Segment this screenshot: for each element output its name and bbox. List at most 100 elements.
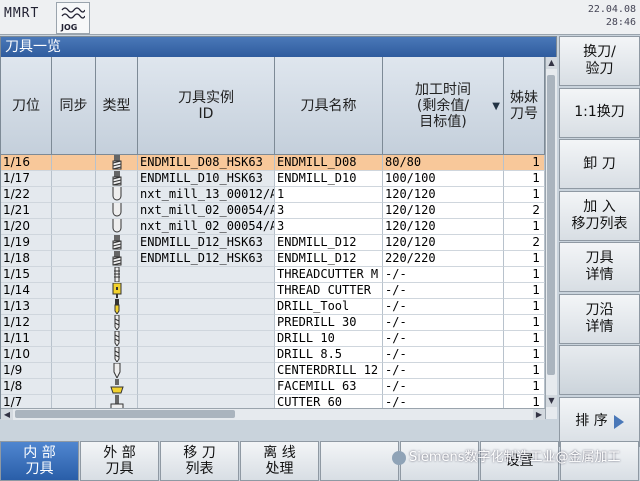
cell-instance: nxt_mill_13_00012/A- (138, 187, 275, 203)
column-header-sync[interactable]: 同步 (52, 57, 96, 155)
table-row[interactable]: 1/21 nxt_mill_02_00054/A- 3 120/120 2 (1, 203, 545, 219)
cell-instance (138, 347, 275, 363)
column-header-tool-name[interactable]: 刀具名称 (275, 57, 383, 155)
table-row[interactable]: 1/11 DRILL 10 -/- 1 (1, 331, 545, 347)
table-row[interactable]: 1/14 THREAD CUTTER -/- 1 (1, 283, 545, 299)
cell-instance: ENDMILL_D12_HSK63 (138, 235, 275, 251)
wechat-icon (392, 450, 406, 465)
softkey-add-to-list-button[interactable]: 加 入 移刀列表 (559, 190, 640, 241)
softkey-tool-details-button[interactable]: 刀具 详情 (559, 242, 640, 292)
softkey-label: 刀具 详情 (585, 250, 614, 283)
cell-pos: 1/13 (1, 299, 52, 315)
cell-sister: 1 (504, 299, 545, 315)
cell-name: PREDRILL 30 (275, 315, 383, 331)
softkey-sort-button[interactable]: 排 序 (559, 396, 640, 447)
vertical-scroll-thumb[interactable] (547, 75, 555, 375)
softkey-move-list-button[interactable]: 移 刀 列表 (160, 441, 239, 481)
cell-pos: 1/12 (1, 315, 52, 331)
column-header-machining-time[interactable]: 加工时间 (剩余值/ 目标值) ▼ (383, 57, 504, 155)
vertical-scrollbar[interactable]: ▲ ▼ (545, 57, 557, 419)
cell-pos: 1/22 (1, 187, 52, 203)
softkey-unload-tool-button[interactable]: 卸 刀 (559, 139, 640, 189)
cell-time: 100/100 (383, 171, 504, 187)
horizontal-scroll-thumb[interactable] (15, 410, 235, 418)
cell-pos: 1/17 (1, 171, 52, 187)
table-row[interactable]: 1/16 ENDMILL_D08_HSK63 ENDMILL_D08 80/80 1 (1, 155, 545, 171)
cell-time: -/- (383, 267, 504, 283)
drill-icon (96, 315, 138, 331)
cell-time: -/- (383, 331, 504, 347)
column-header-sister-tool[interactable]: 姊妹 刀号 (504, 57, 545, 155)
cell-sister: 1 (504, 251, 545, 267)
cell-instance (138, 379, 275, 395)
table-row[interactable]: 1/20 nxt_mill_02_00054/A- 3 120/120 1 (1, 219, 545, 235)
cell-pos: 1/19 (1, 235, 52, 251)
table-row[interactable]: 1/10 DRILL 8.5 -/- 1 (1, 347, 545, 363)
table-row[interactable]: 1/18 ENDMILL_D12_HSK63 ENDMILL_D12 220/220 1 (1, 251, 545, 267)
cell-sync (52, 267, 96, 283)
column-header-instance-id[interactable]: 刀具实例 ID (138, 57, 275, 155)
softkey-blank-button[interactable] (559, 345, 640, 395)
column-header-pos[interactable]: 刀位 (1, 57, 52, 155)
table-row[interactable]: 1/13 DRILL_Tool -/- 1 (1, 299, 545, 315)
table-row[interactable]: 1/9 CENTERDRILL 12 -/- 1 (1, 363, 545, 379)
cell-name: ENDMILL_D10 (275, 171, 383, 187)
scroll-right-icon[interactable]: ▶ (533, 409, 545, 420)
watermark-text: Siemens数字化制造工业@金属加工 (409, 450, 621, 465)
cell-sister: 1 (504, 267, 545, 283)
datetime: 22.04.08 28:46 (588, 3, 636, 29)
cell-sync (52, 379, 96, 395)
cell-time: -/- (383, 347, 504, 363)
cell-sync (52, 283, 96, 299)
table-row[interactable]: 1/17 ENDMILL_D10_HSK63 ENDMILL_D10 100/100 1 (1, 171, 545, 187)
softkey-one-to-one-change-button[interactable]: 1:1换刀 (559, 87, 640, 138)
cell-name: THREADCUTTER M (275, 267, 383, 283)
scroll-left-icon[interactable]: ◀ (1, 409, 13, 420)
horizontal-scrollbar[interactable]: ◀ ▶ (1, 408, 545, 420)
scroll-up-icon[interactable]: ▲ (546, 57, 557, 69)
cell-sister: 2 (504, 203, 545, 219)
softkey-blank-1-button[interactable] (320, 441, 399, 481)
cell-instance: ENDMILL_D12_HSK63 (138, 251, 275, 267)
scroll-down-icon[interactable]: ▼ (546, 395, 557, 407)
cell-pos: 1/15 (1, 267, 52, 283)
column-header-type[interactable]: 类型 (96, 57, 138, 155)
cell-time: -/- (383, 315, 504, 331)
threadcutter-yellow-icon (96, 283, 138, 299)
cell-instance (138, 283, 275, 299)
machining-time-label: 加工时间 (剩余值/ 目标值) (415, 81, 471, 130)
cell-instance (138, 315, 275, 331)
cell-sister: 1 (504, 331, 545, 347)
softkey-internal-tools-button[interactable]: 内 部 刀具 (0, 441, 79, 481)
drill-yellow-icon (96, 299, 138, 315)
table-row[interactable]: 1/12 PREDRILL 30 -/- 1 (1, 315, 545, 331)
softkey-label: 加 入 移刀列表 (571, 198, 628, 232)
centerdrill-icon (96, 363, 138, 379)
table-row[interactable]: 1/22 nxt_mill_13_00012/A- 1 120/120 1 (1, 187, 545, 203)
table-row[interactable]: 1/15 THREADCUTTER M -/- 1 (1, 267, 545, 283)
ballmill-icon (96, 187, 138, 203)
softkey-change-tool-button[interactable]: 换刀/ 验刀 (559, 36, 640, 86)
cell-name: THREAD CUTTER (275, 283, 383, 299)
cell-time: 220/220 (383, 251, 504, 267)
softkey-label: 1:1换刀 (574, 104, 625, 120)
softkey-offline-process-button[interactable]: 离 线 处理 (240, 441, 319, 481)
endmill-icon (96, 251, 138, 267)
jog-mode-indicator: JOG (56, 2, 90, 34)
cell-sync (52, 171, 96, 187)
cell-sister: 1 (504, 171, 545, 187)
cell-instance: nxt_mill_02_00054/A- (138, 219, 275, 235)
table-row[interactable]: 1/19 ENDMILL_D12_HSK63 ENDMILL_D12 120/120 2 (1, 235, 545, 251)
softkey-edge-details-button[interactable]: 刀沿 详情 (559, 293, 640, 344)
softkey-external-tools-button[interactable]: 外 部 刀具 (80, 441, 159, 481)
ballmill-icon (96, 203, 138, 219)
cell-name: ENDMILL_D08 (275, 155, 383, 171)
softkey-label: 排 序 (575, 413, 608, 429)
cell-sync (52, 251, 96, 267)
ballmill-icon (96, 219, 138, 235)
cell-instance (138, 267, 275, 283)
cell-name: CENTERDRILL 12 (275, 363, 383, 379)
cell-pos: 1/10 (1, 347, 52, 363)
sort-down-icon: ▼ (492, 101, 500, 112)
table-row[interactable]: 1/8 FACEMILL 63 -/- 1 (1, 379, 545, 395)
